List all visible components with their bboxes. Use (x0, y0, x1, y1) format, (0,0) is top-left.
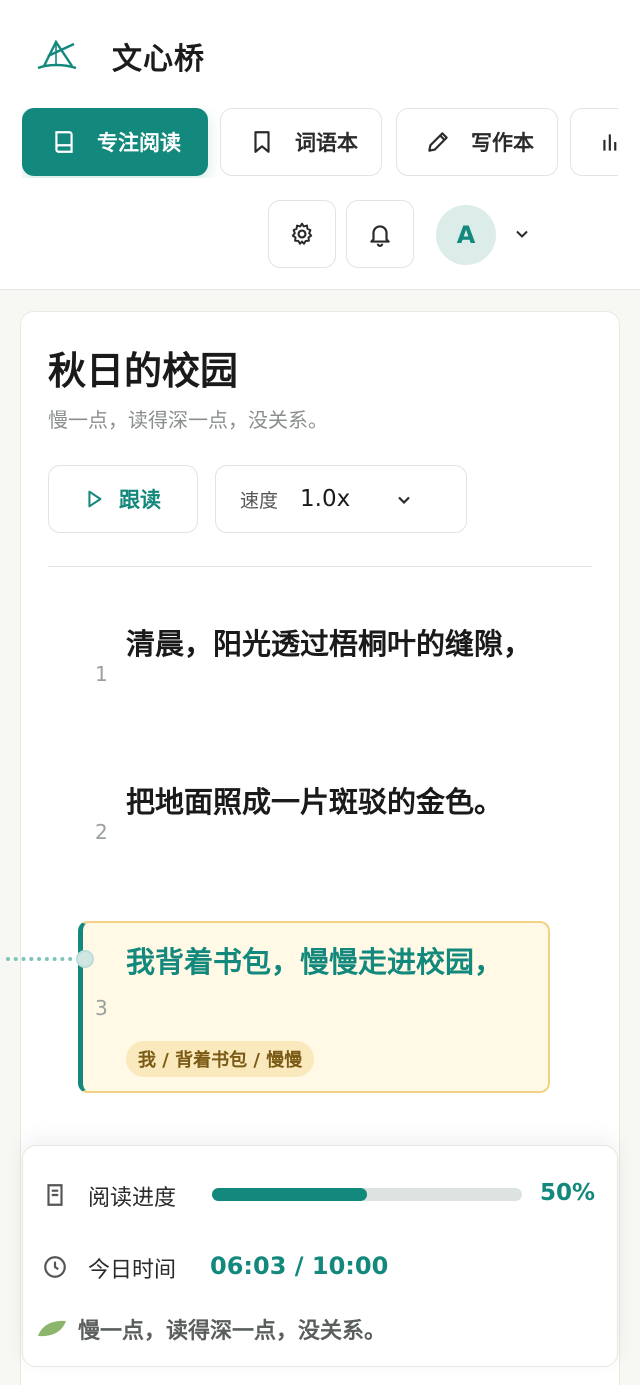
today-time-label: 今日时间 (88, 1258, 177, 1283)
book-icon (55, 131, 73, 153)
motto-text: 慢一点，读得深一点，没关系。 (78, 1318, 387, 1344)
tab-label: 写作本 (471, 131, 534, 155)
tab-label: 词语本 (295, 131, 358, 155)
bookmark-icon (254, 131, 270, 153)
gear-icon (291, 222, 313, 245)
line-number: 3 (95, 996, 108, 1020)
page-title: 秋日的校园 (48, 348, 239, 393)
settings-button[interactable] (268, 200, 336, 268)
app-title: 文心桥 (112, 42, 205, 77)
tab-writing[interactable]: 写作本 (396, 108, 558, 176)
reading-line[interactable]: 清晨，阳光透过梧桐叶的缝隙， (126, 622, 546, 666)
follow-read-button[interactable]: 跟读 (48, 465, 198, 533)
divider (48, 566, 592, 567)
pencil-icon (428, 132, 448, 152)
bar-chart-icon (603, 134, 617, 151)
reading-progress-bar (212, 1188, 522, 1201)
reading-line[interactable]: 把地面照成一片斑驳的金色。 (126, 780, 546, 824)
tab-vocabulary[interactable]: 词语本 (220, 108, 382, 176)
reading-pointer-dot (76, 950, 94, 968)
line-number: 2 (95, 820, 108, 844)
reading-pointer-line (6, 957, 80, 961)
clock-icon (44, 1256, 66, 1278)
chevron-down-icon (398, 496, 410, 505)
follow-read-label: 跟读 (119, 488, 161, 512)
reading-progress-percent: 50% (540, 1180, 596, 1206)
play-icon (88, 490, 102, 508)
phrase-chunk-chip: 我 / 背着书包 / 慢慢 (126, 1041, 315, 1077)
reading-progress-fill (212, 1188, 367, 1201)
notifications-button[interactable] (346, 200, 414, 268)
today-time-value: 06:03 / 10:00 (210, 1252, 389, 1280)
bell-icon (370, 225, 390, 247)
tab-label: 专注阅读 (97, 131, 181, 155)
leaf-icon (38, 1320, 66, 1337)
nav-tabs: 专注阅读 词语本 写作本 (22, 108, 618, 178)
logo-icon (37, 39, 77, 70)
tab-stats[interactable] (570, 108, 618, 176)
document-icon (47, 1184, 63, 1206)
app-header: 文心桥 专注阅读 词语本 写作本 A (0, 0, 640, 290)
speed-value: 1.0x (300, 486, 351, 512)
avatar[interactable]: A (436, 205, 496, 265)
speed-label: 速度 (240, 489, 279, 512)
reading-progress-label: 阅读进度 (88, 1186, 177, 1211)
page-subtitle: 慢一点，读得深一点，没关系。 (48, 408, 328, 432)
speed-select[interactable]: 速度 1.0x (215, 465, 467, 533)
tab-focus-reading[interactable]: 专注阅读 (22, 108, 208, 176)
chevron-down-icon[interactable] (512, 224, 532, 244)
reading-line-active[interactable]: 我背着书包，慢慢走进校园， (126, 940, 546, 984)
line-number: 1 (95, 662, 108, 686)
